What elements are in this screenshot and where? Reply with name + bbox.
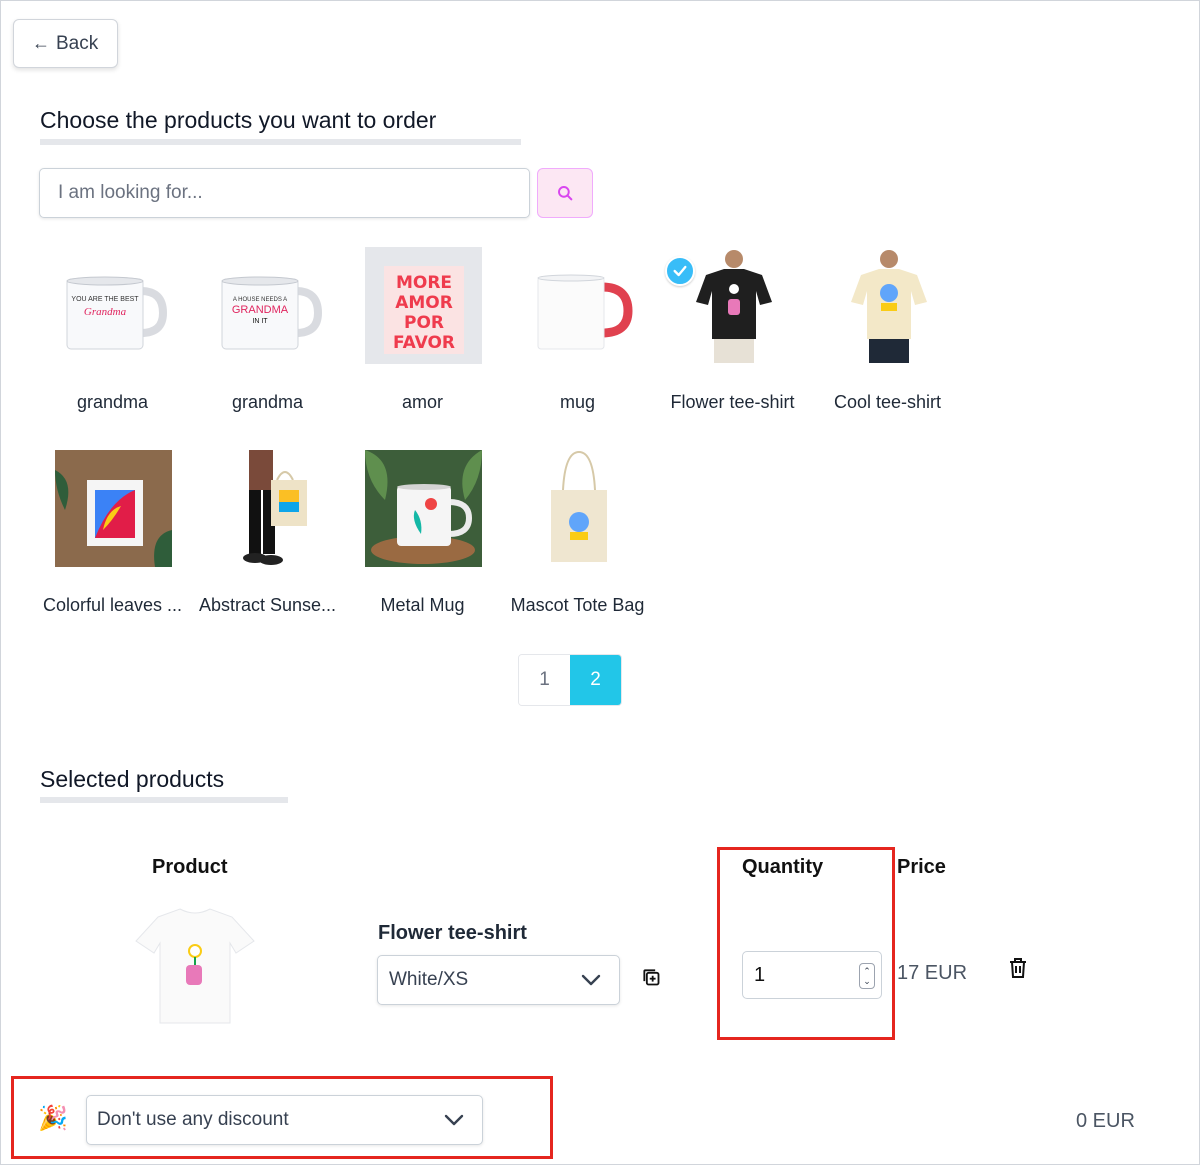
product-card[interactable]: Cool tee-shirt [810, 247, 965, 427]
svg-text:MORE: MORE [395, 273, 451, 293]
svg-text:GRANDMA: GRANDMA [231, 304, 288, 316]
product-card[interactable]: Mascot Tote Bag [500, 450, 655, 630]
party-popper-icon: 🎉 [38, 1105, 68, 1132]
duplicate-icon[interactable] [641, 967, 663, 989]
selected-check-icon [665, 256, 695, 286]
product-image [520, 450, 637, 567]
back-button[interactable]: ← Back [13, 19, 118, 68]
product-card[interactable]: Colorful leaves ... [35, 450, 190, 630]
selected-title-underline [40, 797, 288, 803]
svg-text:YOU ARE THE BEST: YOU ARE THE BEST [71, 296, 139, 303]
back-button-label: Back [56, 32, 99, 54]
product-card[interactable]: Grandma YOU ARE THE BEST grandma [35, 247, 190, 427]
product-image [210, 450, 327, 567]
selected-product-image [130, 905, 260, 1030]
search-icon [558, 186, 573, 201]
discount-select[interactable]: Don't use any discount [86, 1095, 483, 1145]
product-card[interactable]: MORE AMOR POR FAVOR amor [345, 247, 500, 427]
svg-text:AMOR: AMOR [395, 293, 453, 313]
svg-text:Grandma: Grandma [83, 306, 126, 318]
product-name: Metal Mug [380, 595, 465, 615]
arrow-left-icon: ← [32, 33, 50, 53]
product-name: Colorful leaves ... [42, 595, 183, 615]
search-button[interactable] [537, 168, 593, 218]
product-name: grandma [231, 392, 304, 412]
product-name: amor [401, 392, 443, 412]
pagination: 1 2 [518, 654, 622, 706]
variant-select-value: White/XS [389, 969, 469, 990]
price-column-header: Price [897, 856, 946, 878]
product-image [365, 450, 482, 567]
item-price: 17 EUR [897, 962, 968, 984]
page-2-button[interactable]: 2 [570, 655, 621, 705]
chevron-down-icon [581, 974, 601, 986]
catalog-title: Choose the products you want to order [40, 107, 437, 133]
svg-text:FAVOR: FAVOR [392, 333, 454, 353]
product-name: mug [559, 392, 595, 412]
search-input[interactable] [39, 168, 530, 218]
product-name: Cool tee-shirt [833, 392, 942, 412]
page-1-button[interactable]: 1 [519, 655, 570, 705]
product-name: Flower tee-shirt [670, 392, 795, 412]
order-total: 0 EUR [1076, 1110, 1135, 1132]
product-image [55, 450, 172, 567]
selected-products-title: Selected products [40, 766, 225, 792]
product-card[interactable]: mug [500, 247, 655, 427]
product-name: grandma [76, 392, 149, 412]
product-card[interactable]: Abstract Sunse... [190, 450, 345, 630]
product-card[interactable]: A HOUSE NEEDS A GRANDMA IN IT grandma [190, 247, 345, 427]
product-image [830, 247, 947, 364]
svg-text:A HOUSE NEEDS A: A HOUSE NEEDS A [232, 297, 286, 303]
product-image: Grandma YOU ARE THE BEST [55, 247, 172, 364]
catalog-title-underline [40, 139, 521, 145]
discount-select-value: Don't use any discount [97, 1109, 289, 1130]
product-image [520, 247, 637, 364]
svg-text:POR: POR [403, 313, 443, 333]
product-card[interactable]: Metal Mug [345, 450, 500, 630]
trash-icon[interactable] [1008, 957, 1030, 981]
variant-select[interactable]: White/XS [377, 955, 620, 1005]
product-image: A HOUSE NEEDS A GRANDMA IN IT [210, 247, 327, 364]
svg-text:IN IT: IN IT [252, 318, 268, 325]
product-name: Mascot Tote Bag [510, 595, 645, 615]
product-name: Abstract Sunse... [198, 595, 337, 615]
product-image: MORE AMOR POR FAVOR [365, 247, 482, 364]
chevron-down-icon [444, 1114, 464, 1126]
quantity-highlight-box [717, 847, 895, 1040]
selected-product-name: Flower tee-shirt [378, 922, 527, 944]
product-column-header: Product [152, 856, 228, 878]
